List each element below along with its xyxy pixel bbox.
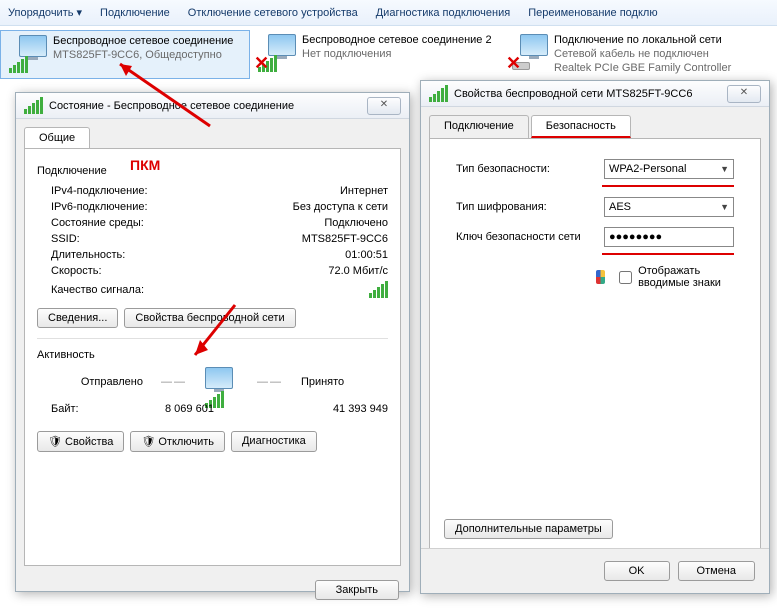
- ssid-label: SSID:: [51, 233, 80, 245]
- dialog-titlebar: Свойства беспроводной сети MTS825FT-9CC6…: [421, 81, 769, 107]
- network-item-text: Подключение по локальной сети Сетевой ка…: [554, 34, 731, 75]
- network-item-title: Подключение по локальной сети: [554, 34, 731, 48]
- activity-icon: [205, 367, 239, 397]
- advanced-button[interactable]: Дополнительные параметры: [444, 519, 613, 539]
- bytes-recv: 41 393 949: [333, 403, 388, 415]
- toolbar-disable-device[interactable]: Отключение сетевого устройства: [188, 7, 358, 19]
- network-item-text: Беспроводное сетевое соединение 2 Нет по…: [302, 34, 492, 62]
- media-value: Подключено: [324, 217, 388, 229]
- toolbar-diagnose[interactable]: Диагностика подключения: [376, 7, 510, 19]
- network-item-text: Беспроводное сетевое соединение MTS825FT…: [53, 35, 233, 63]
- show-chars-checkbox[interactable]: [619, 271, 632, 284]
- bytes-sent: 8 069 601: [165, 403, 214, 415]
- show-chars-label: Отображать вводимые знаки: [638, 265, 734, 289]
- speed-value: 72.0 Мбит/с: [328, 265, 388, 277]
- media-label: Состояние среды:: [51, 217, 144, 229]
- dialog-title: Свойства беспроводной сети MTS825FT-9CC6: [454, 88, 721, 100]
- wifi-icon: [9, 35, 47, 73]
- disable-button[interactable]: 🛡 Отключить: [130, 431, 225, 452]
- received-label: Принято: [301, 376, 344, 388]
- security-type-combo[interactable]: WPA2-Personal▼: [604, 159, 734, 179]
- close-button[interactable]: ✕: [367, 97, 401, 115]
- ok-button[interactable]: OK: [604, 561, 670, 581]
- tab-general[interactable]: Общие: [24, 127, 90, 148]
- status-dialog: Состояние - Беспроводное сетевое соедине…: [15, 92, 410, 592]
- bytes-label: Байт:: [51, 403, 79, 415]
- wifi-properties-dialog: Свойства беспроводной сети MTS825FT-9CC6…: [420, 80, 770, 594]
- details-button[interactable]: Сведения...: [37, 308, 118, 328]
- network-item-sub2: Realtek PCIe GBE Family Controller: [554, 62, 731, 76]
- ssid-value: MTS825FT-9CC6: [302, 233, 388, 245]
- security-key-input[interactable]: ●●●●●●●●: [604, 227, 734, 247]
- group-connection: Подключение: [37, 165, 388, 177]
- tabstrip: Подключение Безопасность: [429, 115, 761, 138]
- security-key-label: Ключ безопасности сети: [456, 231, 596, 243]
- dialog-titlebar: Состояние - Беспроводное сетевое соедине…: [16, 93, 409, 119]
- toolbar: Упорядочить ▾ Подключение Отключение сет…: [0, 0, 777, 26]
- network-item-sub: Нет подключения: [302, 48, 492, 62]
- shield-icon: [596, 270, 605, 284]
- network-items-row: Беспроводное сетевое соединение MTS825FT…: [0, 26, 777, 85]
- sent-label: Отправлено: [81, 376, 143, 388]
- toolbar-organize[interactable]: Упорядочить ▾: [8, 6, 82, 19]
- ipv4-value: Интернет: [340, 185, 388, 197]
- duration-label: Длительность:: [51, 249, 125, 261]
- network-item-wifi-2[interactable]: ✕ Беспроводное сетевое соединение 2 Нет …: [250, 30, 502, 79]
- network-item-title: Беспроводное сетевое соединение 2: [302, 34, 492, 48]
- wifi-props-button[interactable]: Свойства беспроводной сети: [124, 308, 295, 328]
- toolbar-rename[interactable]: Переименование подклю: [528, 7, 657, 19]
- signal-label: Качество сигнала:: [51, 284, 144, 296]
- speed-label: Скорость:: [51, 265, 102, 277]
- security-type-label: Тип безопасности:: [456, 163, 596, 175]
- ipv6-value: Без доступа к сети: [293, 201, 388, 213]
- properties-button[interactable]: 🛡 Свойства: [37, 431, 124, 452]
- close-dialog-button[interactable]: Закрыть: [315, 580, 399, 600]
- lan-icon: ✕: [510, 34, 548, 72]
- network-item-title: Беспроводное сетевое соединение: [53, 35, 233, 49]
- network-item-wifi-1[interactable]: Беспроводное сетевое соединение MTS825FT…: [0, 30, 250, 79]
- duration-value: 01:00:51: [345, 249, 388, 261]
- tabstrip: Общие: [24, 127, 401, 148]
- network-item-lan[interactable]: ✕ Подключение по локальной сети Сетевой …: [502, 30, 762, 79]
- toolbar-connect[interactable]: Подключение: [100, 7, 170, 19]
- wifi-bars-icon: [429, 85, 448, 102]
- tab-body: Тип безопасности: WPA2-Personal▼ Тип шиф…: [429, 138, 761, 558]
- wifi-bars-icon: [24, 97, 43, 114]
- group-activity: Активность: [37, 349, 388, 361]
- encryption-combo[interactable]: AES▼: [604, 197, 734, 217]
- ipv6-label: IPv6-подключение:: [51, 201, 148, 213]
- encryption-label: Тип шифрования:: [456, 201, 596, 213]
- signal-bars-icon: [369, 281, 388, 298]
- ipv4-label: IPv4-подключение:: [51, 185, 148, 197]
- rmb-annotation: ПКМ: [130, 157, 160, 173]
- network-item-sub: Сетевой кабель не подключен: [554, 48, 731, 62]
- cancel-button[interactable]: Отмена: [678, 561, 755, 581]
- tab-body: ПКМ Подключение IPv4-подключение: Интерне…: [24, 148, 401, 566]
- network-item-sub: MTS825FT-9CC6, Общедоступно: [53, 49, 233, 63]
- diagnose-button[interactable]: Диагностика: [231, 431, 317, 452]
- close-button[interactable]: ✕: [727, 85, 761, 103]
- tab-connection[interactable]: Подключение: [429, 115, 529, 138]
- tab-security[interactable]: Безопасность: [531, 115, 631, 138]
- wifi-icon: ✕: [258, 34, 296, 72]
- dialog-title: Состояние - Беспроводное сетевое соедине…: [49, 100, 361, 112]
